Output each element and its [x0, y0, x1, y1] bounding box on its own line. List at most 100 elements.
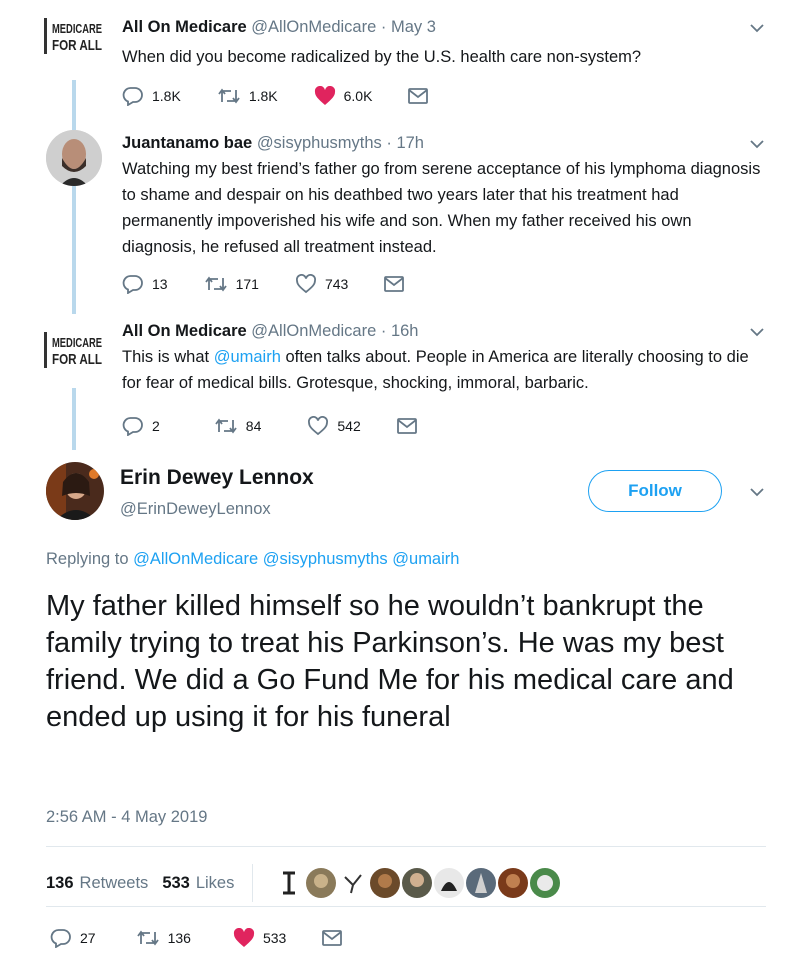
like-count: 542 — [337, 418, 361, 434]
likes-stat-label: Likes — [195, 873, 235, 892]
author-handle[interactable]: @sisyphusmyths — [257, 134, 382, 152]
mention-link[interactable]: @umairh — [392, 550, 459, 568]
separator-dot: · — [380, 322, 387, 340]
like-button[interactable]: 743 — [295, 274, 348, 294]
liker-avatar[interactable] — [401, 867, 433, 899]
engagement-stats: 136 Retweets 533 Likes — [46, 864, 561, 902]
reply-count: 27 — [80, 930, 96, 946]
avatar-photo — [46, 462, 104, 520]
replying-to: Replying to @AllOnMedicare @sisyphusmyth… — [46, 550, 459, 569]
retweet-count: 136 — [167, 930, 191, 946]
heart-icon — [314, 86, 335, 105]
medicare-for-all-logo[interactable]: MEDICARE FOR ALL — [44, 330, 104, 370]
svg-text:MEDICARE: MEDICARE — [52, 21, 102, 36]
avatar[interactable] — [46, 462, 104, 520]
reply-icon — [50, 929, 71, 948]
mail-icon — [396, 418, 417, 434]
follow-button[interactable]: Follow — [588, 470, 722, 512]
liker-avatar[interactable] — [305, 867, 337, 899]
thread-line — [72, 80, 76, 314]
retweet-button[interactable]: 84 — [214, 417, 261, 435]
retweet-icon — [136, 930, 159, 946]
chevron-down-icon[interactable] — [750, 328, 764, 337]
tweet-time[interactable]: May 3 — [391, 18, 436, 36]
dm-button[interactable] — [408, 88, 436, 104]
chevron-down-icon[interactable] — [750, 488, 764, 497]
text-part: This is what — [122, 348, 214, 366]
like-button[interactable]: 542 — [307, 416, 361, 436]
dm-button[interactable] — [322, 930, 350, 946]
tweet-header: All On Medicare @AllOnMedicare · 16h — [122, 322, 418, 341]
author-name[interactable]: All On Medicare — [122, 18, 247, 36]
liker-avatar[interactable] — [369, 867, 401, 899]
tweet-actions: 2 84 542 — [122, 414, 461, 438]
reply-button[interactable]: 13 — [122, 274, 168, 294]
author-name[interactable]: Erin Dewey Lennox — [120, 466, 314, 490]
divider — [252, 864, 254, 902]
liker-avatar[interactable] — [465, 867, 497, 899]
mention-link[interactable]: @sisyphusmyths — [263, 550, 388, 568]
author-handle[interactable]: @AllOnMedicare — [251, 18, 376, 36]
chevron-down-icon[interactable] — [750, 24, 764, 33]
like-count: 533 — [262, 930, 287, 946]
retweet-icon — [218, 88, 240, 104]
author-name[interactable]: Juantanamo bae — [122, 134, 252, 152]
tweet-time[interactable]: 16h — [391, 322, 419, 340]
mention-link[interactable]: @umairh — [214, 348, 281, 366]
avatar-photo — [46, 130, 102, 186]
reply-button[interactable]: 2 — [122, 416, 160, 436]
mention-link[interactable]: @AllOnMedicare — [133, 550, 258, 568]
author-handle[interactable]: @ErinDeweyLennox — [120, 500, 271, 519]
reply-icon — [122, 417, 143, 436]
retweets-stat-count: 136 — [46, 873, 74, 892]
reply-button[interactable]: 27 — [50, 928, 96, 948]
like-count: 6.0K — [343, 88, 373, 104]
mail-icon — [322, 930, 343, 946]
replying-prefix: Replying to — [46, 550, 129, 568]
retweet-button[interactable]: 1.8K — [217, 87, 278, 105]
tweet-actions: 13 171 743 — [122, 272, 448, 296]
mail-icon — [384, 276, 405, 292]
tweet-text: Watching my best friend’s father go from… — [122, 160, 761, 256]
avatar[interactable] — [46, 130, 102, 186]
like-button[interactable]: 6.0K — [314, 86, 373, 106]
like-button[interactable]: 533 — [233, 928, 286, 948]
author-handle[interactable]: @AllOnMedicare — [251, 322, 376, 340]
tweet-text: This is what @umairh often talks about. … — [122, 344, 762, 396]
reply-button[interactable]: 1.8K — [122, 86, 181, 106]
retweet-icon — [215, 418, 237, 434]
liker-avatar[interactable] — [273, 867, 306, 899]
svg-text:FOR ALL: FOR ALL — [52, 351, 102, 368]
liker-avatar[interactable] — [529, 867, 561, 899]
heart-icon — [308, 416, 329, 436]
reply-icon — [122, 87, 143, 106]
reply-count: 1.8K — [152, 88, 181, 104]
retweet-button[interactable]: 136 — [136, 929, 191, 947]
liker-avatar[interactable] — [433, 867, 465, 899]
heart-icon — [295, 274, 316, 294]
retweet-count: 1.8K — [248, 88, 278, 104]
retweet-button[interactable]: 171 — [204, 275, 259, 293]
retweet-icon — [204, 276, 227, 292]
retweet-count: 171 — [235, 276, 259, 292]
separator-dot: · — [386, 134, 392, 152]
dm-button[interactable] — [396, 418, 425, 434]
svg-text:FOR ALL: FOR ALL — [52, 37, 102, 54]
liker-avatar[interactable] — [337, 867, 370, 899]
retweets-stat[interactable]: 136 Retweets — [46, 874, 148, 893]
likes-stat-count: 533 — [162, 873, 190, 892]
divider — [46, 846, 766, 847]
tweet-time[interactable]: 17h — [396, 134, 424, 152]
main-tweet-text: My father killed himself so he wouldn’t … — [46, 590, 734, 733]
medicare-for-all-logo[interactable]: MEDICARE FOR ALL — [44, 16, 104, 56]
likes-stat[interactable]: 533 Likes — [162, 874, 234, 893]
tweet-timestamp[interactable]: 2:56 AM - 4 May 2019 — [46, 808, 207, 827]
liker-avatar[interactable] — [497, 867, 529, 899]
like-count: 743 — [324, 276, 349, 292]
reply-count: 13 — [152, 276, 168, 292]
liker-avatars — [273, 867, 561, 899]
tweet-header: All On Medicare @AllOnMedicare · May 3 — [122, 18, 436, 37]
author-name[interactable]: All On Medicare — [122, 322, 247, 340]
chevron-down-icon[interactable] — [750, 140, 764, 149]
dm-button[interactable] — [384, 276, 412, 292]
